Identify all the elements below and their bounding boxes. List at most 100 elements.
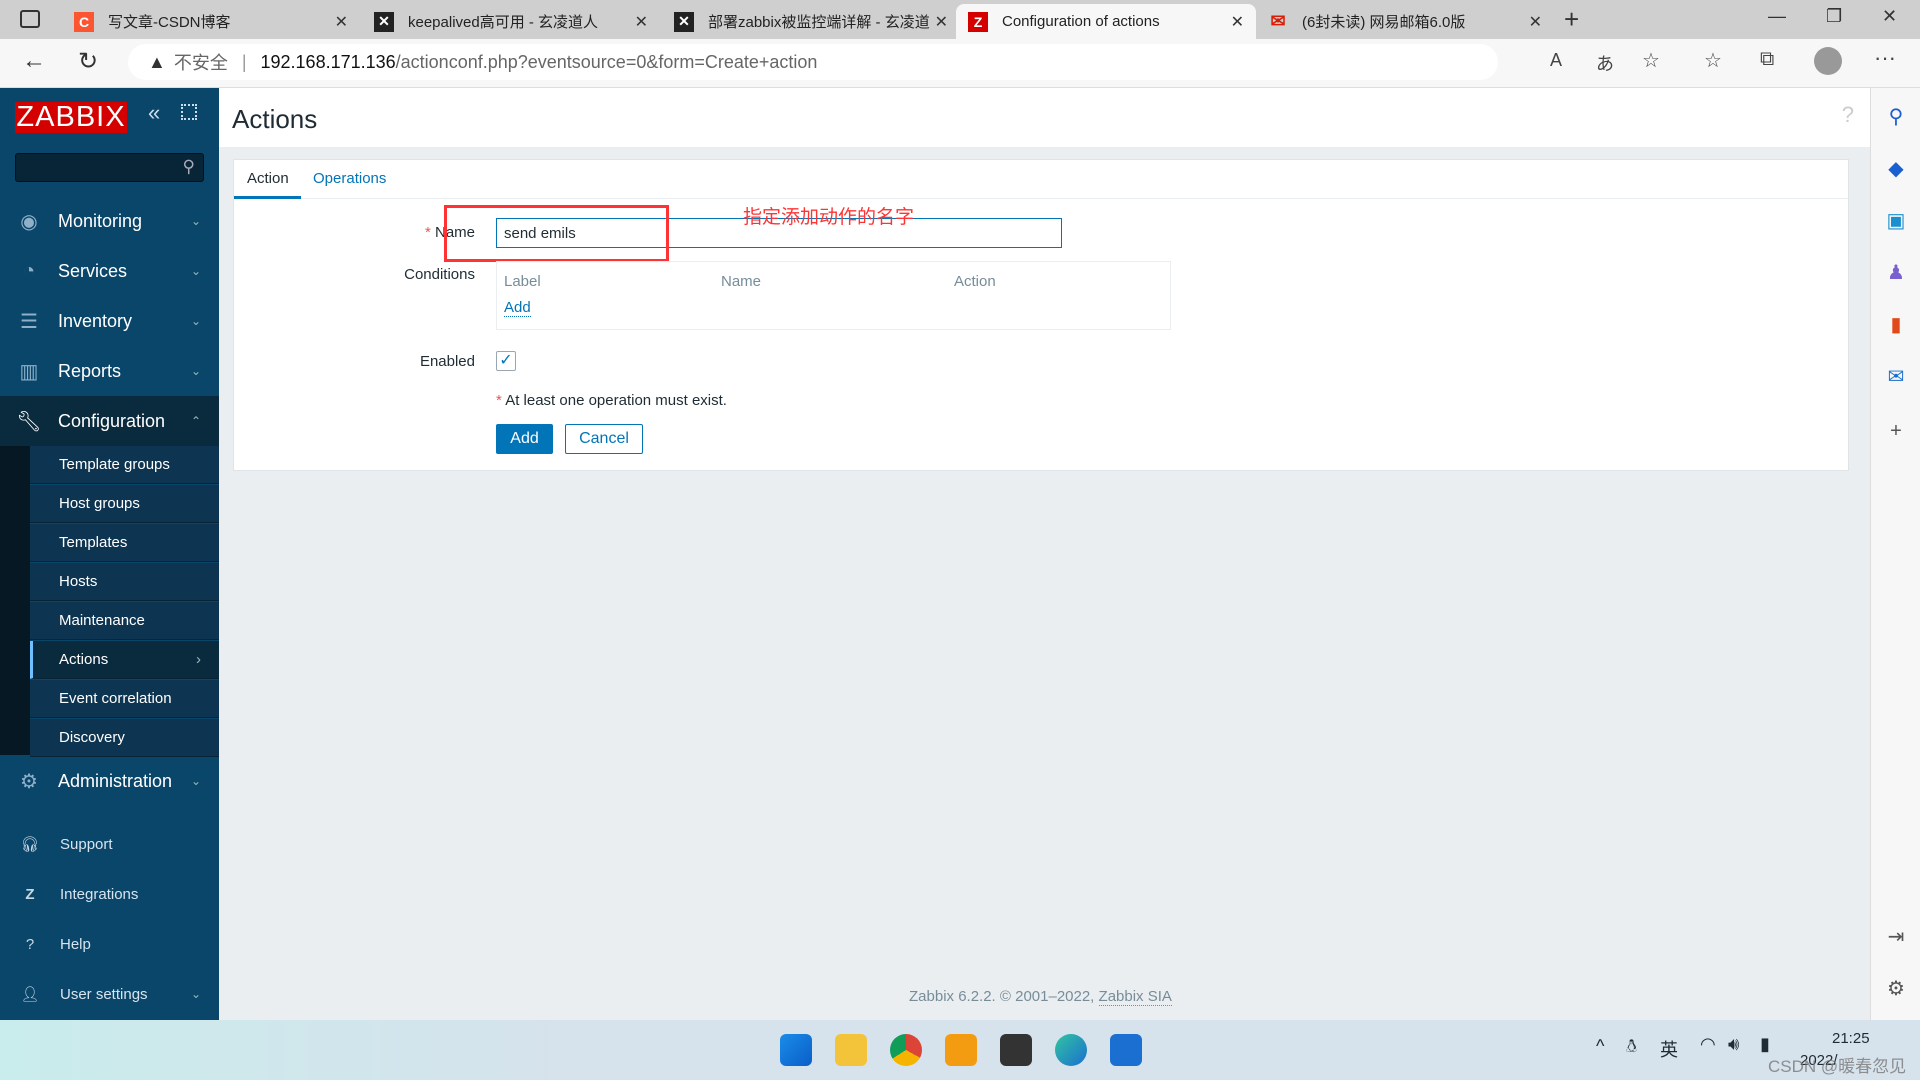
annotation-text: 指定添加动作的名字 (743, 207, 915, 228)
browser-tab[interactable]: ✕ 部署zabbix被监控端详解 - 玄凌道 ✕ (662, 4, 960, 39)
url-field[interactable]: ▲ 不安全 | 192.168.171.136/actionconf.php?e… (128, 44, 1498, 80)
close-tab-icon[interactable]: ✕ (335, 12, 348, 32)
tab-operations[interactable]: Operations (313, 170, 386, 187)
enabled-checkbox[interactable]: ✓ (496, 351, 516, 371)
help-icon[interactable]: ? (1842, 102, 1854, 128)
user-icon: 👤︎ (20, 986, 40, 1003)
volume-icon[interactable]: 🔊︎ (1728, 1034, 1739, 1055)
sidebar: ZABBIX « ⚲ ◉ Monitoring ⌄ ◔ Services ⌄ ☰ Inve… (0, 88, 219, 1020)
clock-time[interactable]: 21:25 (1832, 1030, 1870, 1047)
menu-configuration[interactable]: 🔧︎ Configuration ⌃ (0, 396, 219, 446)
outlook-icon[interactable]: ✉ (1883, 364, 1909, 390)
bar-chart-icon: ▥ (19, 360, 39, 383)
office-icon[interactable]: ▮ (1883, 312, 1909, 338)
back-icon[interactable]: ← (22, 47, 46, 75)
ime-indicator[interactable]: 英 (1660, 1036, 1678, 1062)
more-icon[interactable]: ··· (1874, 45, 1896, 71)
search-icon[interactable]: ⚲ (1883, 104, 1909, 130)
browser-tab[interactable]: ✉ (6封未读) 网易邮箱6.0版 ✕ (1256, 4, 1554, 39)
browser-tab[interactable]: C 写文章-CSDN博客 ✕ (62, 4, 360, 39)
submenu-discovery[interactable]: Discovery (30, 719, 219, 757)
favorite-icon[interactable]: ☆ (1642, 48, 1660, 73)
menu-administration[interactable]: ⚙ Administration ⌄ (0, 756, 219, 806)
search-icon[interactable]: ⚲ (183, 157, 195, 177)
menu-integrations[interactable]: Z Integrations (0, 869, 219, 919)
games-icon[interactable]: ♟ (1883, 260, 1909, 286)
wifi-icon[interactable]: ◠ (1700, 1034, 1716, 1055)
menu-support[interactable]: 🎧︎ Support (0, 819, 219, 869)
submenu-event-correlation[interactable]: Event correlation (30, 680, 219, 718)
menu-user-settings[interactable]: 👤︎ User settings ⌄ (0, 969, 219, 1019)
menu-help[interactable]: ? Help (0, 919, 219, 969)
tab-actions-icon[interactable] (20, 10, 40, 28)
kiosk-mode-icon[interactable] (181, 104, 197, 120)
menu-services[interactable]: ◔ Services ⌄ (0, 246, 219, 296)
chevron-down-icon: ⌄ (190, 314, 201, 328)
edge-icon[interactable] (1055, 1034, 1087, 1066)
tab-action[interactable]: Action (247, 170, 289, 187)
restore-button[interactable]: ❐ (1826, 6, 1842, 27)
browser-tab[interactable]: ✕ keepalived高可用 - 玄凌道人 ✕ (362, 4, 660, 39)
enabled-label: Enabled (419, 353, 475, 370)
close-tab-icon[interactable]: ✕ (635, 12, 648, 32)
qq-icon[interactable]: 🐧︎ (1626, 1036, 1637, 1059)
zabbix-sia-link[interactable]: Zabbix SIA (1098, 988, 1172, 1006)
close-tab-icon[interactable]: ✕ (1231, 12, 1244, 32)
submenu-actions[interactable]: Actions › (30, 641, 219, 679)
tray-chevron-icon[interactable]: ^ (1596, 1036, 1604, 1057)
warning-icon: ▲ (148, 51, 166, 72)
submenu-host-groups[interactable]: Host groups (30, 485, 219, 523)
wrench-icon: 🔧︎ (16, 410, 42, 433)
favorites-icon[interactable]: ☆ (1704, 48, 1722, 73)
z-icon: Z (25, 885, 35, 903)
operation-note: * At least one operation must exist. (496, 392, 727, 409)
phone-link-icon[interactable] (1110, 1034, 1142, 1066)
minimize-button[interactable]: — (1768, 6, 1786, 27)
submenu-templates[interactable]: Templates (30, 524, 219, 562)
taskbar: ^ 🐧︎ 英 ◠ 🔊︎ ▮ 21:25 2022/ CSDN @暖春忽见 (0, 1020, 1920, 1080)
chevron-down-icon: ⌄ (190, 214, 201, 228)
file-explorer-icon[interactable] (835, 1034, 867, 1066)
submenu-template-groups[interactable]: Template groups (30, 446, 219, 484)
tools-icon[interactable]: ▣ (1883, 208, 1909, 234)
column-name: Name (721, 273, 762, 290)
zabbix-logo[interactable]: ZABBIX (15, 102, 127, 133)
chevron-right-icon: › (196, 651, 201, 668)
terminal-icon[interactable] (1000, 1034, 1032, 1066)
profile-avatar[interactable] (1814, 47, 1842, 75)
close-window-button[interactable]: ✕ (1882, 6, 1897, 27)
hide-sidebar-icon[interactable]: ⇥ (1883, 924, 1909, 950)
collapse-sidebar-icon[interactable]: « (148, 100, 160, 126)
submenu-hosts[interactable]: Hosts (30, 563, 219, 601)
menu-monitoring[interactable]: ◉ Monitoring ⌄ (0, 196, 219, 246)
reload-icon[interactable]: ↻ (78, 47, 98, 76)
add-button[interactable]: Add (496, 424, 553, 454)
vmware-icon[interactable] (945, 1034, 977, 1066)
shopping-tag-icon[interactable]: ◆ (1883, 156, 1909, 182)
browser-tab-active[interactable]: Z Configuration of actions ✕ (956, 4, 1256, 39)
page-title: Actions (232, 104, 318, 134)
csdn-icon: C (74, 11, 94, 32)
new-tab-button[interactable]: + (1564, 4, 1579, 35)
cancel-button[interactable]: Cancel (565, 424, 643, 454)
action-form: Action Operations * Name 指定添加动作的名字 Condi… (233, 159, 1849, 471)
zabbix-icon: Z (968, 11, 988, 32)
close-tab-icon[interactable]: ✕ (935, 12, 948, 32)
menu-inventory[interactable]: ☰ Inventory ⌄ (0, 296, 219, 346)
edge-sidebar: ⚲ ◆ ▣ ♟ ▮ ✉ + ⇥ ⚙ (1870, 88, 1920, 1020)
sidebar-search-input[interactable]: ⚲ (15, 153, 204, 182)
collections-icon[interactable]: ⧉ (1760, 48, 1774, 71)
start-icon[interactable] (780, 1034, 812, 1066)
conditions-label: Conditions (404, 266, 475, 283)
chevron-down-icon: ⌄ (190, 264, 201, 278)
translate-icon[interactable]: あ (1596, 50, 1614, 76)
menu-reports[interactable]: ▥ Reports ⌄ (0, 346, 219, 396)
add-condition-link[interactable]: Add (504, 299, 531, 317)
add-icon[interactable]: + (1883, 420, 1909, 446)
close-tab-icon[interactable]: ✕ (1529, 12, 1542, 32)
read-aloud-icon[interactable]: A (1550, 50, 1562, 71)
gear-icon: ⚙ (20, 770, 38, 793)
settings-icon[interactable]: ⚙ (1883, 976, 1909, 1002)
chrome-icon[interactable] (890, 1034, 922, 1066)
submenu-maintenance[interactable]: Maintenance (30, 602, 219, 640)
